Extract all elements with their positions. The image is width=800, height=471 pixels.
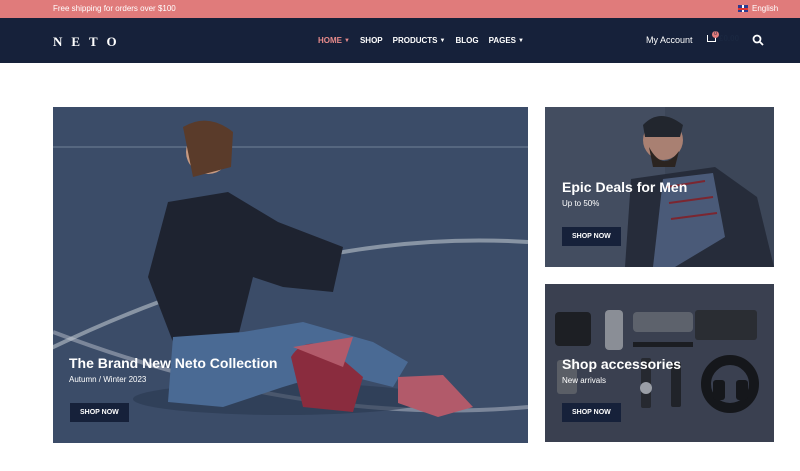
nav-home[interactable]: HOME ▼ <box>318 36 350 45</box>
promo-accessories-text: Shop accessories New arrivals <box>562 356 681 385</box>
nav-blog-label: BLOG <box>455 36 479 45</box>
promo-accessories-shop-now-button[interactable]: SHOP NOW <box>562 403 621 422</box>
site-logo[interactable]: NETO <box>53 34 126 50</box>
nav-shop[interactable]: SHOP <box>360 36 383 45</box>
nav-products-label: PRODUCTS <box>392 36 438 45</box>
main-header: NETO HOME ▼ SHOP PRODUCTS ▼ BLOG PAGES ▼… <box>0 18 800 63</box>
nav-blog[interactable]: BLOG <box>455 36 478 45</box>
nav-shop-label: SHOP <box>359 36 383 45</box>
nav-products[interactable]: PRODUCTS ▼ <box>393 36 446 45</box>
language-selector[interactable]: English <box>738 4 778 13</box>
cart-count-badge: 0 <box>712 31 719 38</box>
shipping-notice: Free shipping for orders over $100 <box>53 4 176 13</box>
nav-home-label: HOME <box>318 36 342 45</box>
chevron-down-icon: ▼ <box>439 37 446 44</box>
main-nav: HOME ▼ SHOP PRODUCTS ▼ BLOG PAGES ▼ <box>318 36 534 45</box>
hero-banner[interactable]: The Brand New Neto Collection Autumn / W… <box>53 107 528 443</box>
language-label: English <box>752 4 779 13</box>
promo-men-shop-now-button[interactable]: SHOP NOW <box>562 227 621 246</box>
promo-men-text: Epic Deals for Men Up to 50% <box>562 179 687 208</box>
hero-text: The Brand New Neto Collection Autumn / W… <box>69 355 277 384</box>
promo-accessories-banner[interactable]: Shop accessories New arrivals SHOP NOW <box>545 284 774 442</box>
hero-shop-now-button[interactable]: SHOP NOW <box>70 403 129 422</box>
top-announcement-bar: Free shipping for orders over $100 Engli… <box>0 0 800 18</box>
cart-total: £0.00 <box>719 34 740 43</box>
nav-pages-label: PAGES <box>488 36 516 45</box>
promo-accessories-title: Shop accessories <box>562 356 682 372</box>
promo-accessories-subtitle: New arrivals <box>562 376 607 385</box>
promo-men-banner[interactable]: Epic Deals for Men Up to 50% SHOP NOW <box>545 107 774 267</box>
my-account-link[interactable]: My Account <box>646 35 693 45</box>
hero-subtitle: Autumn / Winter 2023 <box>69 375 147 384</box>
hero-image <box>53 107 528 443</box>
promo-men-subtitle: Up to 50% <box>562 199 600 208</box>
chevron-down-icon: ▼ <box>518 37 524 44</box>
uk-flag-icon <box>738 5 748 12</box>
promo-men-title: Epic Deals for Men <box>562 179 688 195</box>
hero-title: The Brand New Neto Collection <box>69 355 278 371</box>
nav-pages[interactable]: PAGES ▼ <box>489 36 524 45</box>
search-icon[interactable] <box>752 34 764 46</box>
chevron-down-icon: ▼ <box>344 37 350 44</box>
